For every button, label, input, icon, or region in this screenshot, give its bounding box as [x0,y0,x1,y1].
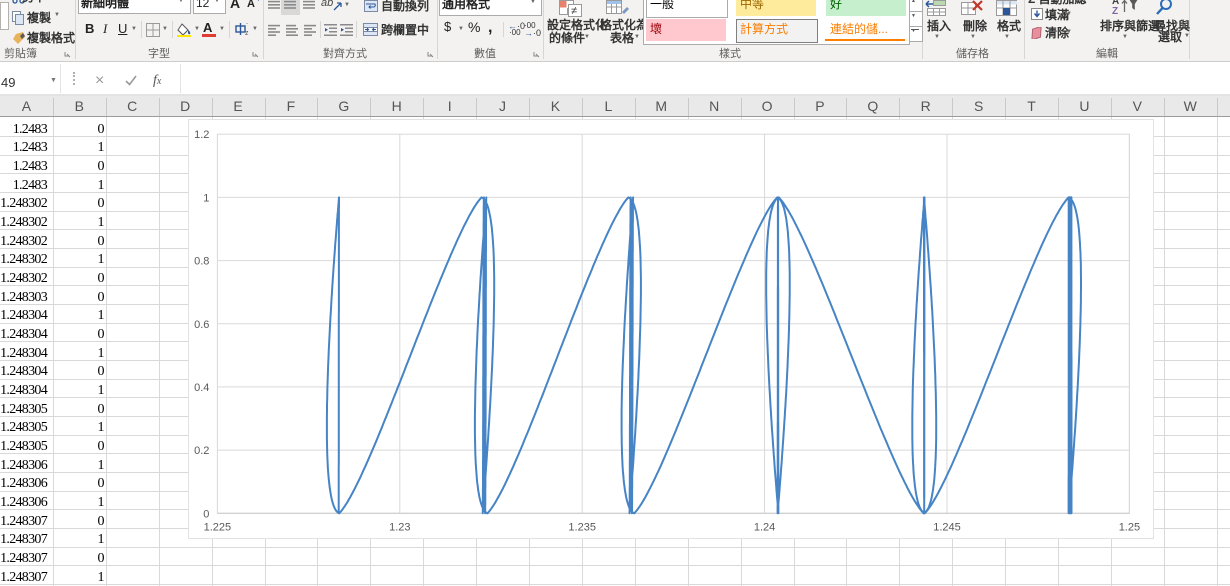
svg-text:1.235: 1.235 [568,521,596,533]
svg-text:0.2: 0.2 [194,445,209,457]
svg-text:1.24: 1.24 [754,521,775,533]
svg-text:1: 1 [203,192,209,204]
svg-text:1.23: 1.23 [389,521,410,533]
svg-text:z: z [245,30,249,37]
svg-text:1.2: 1.2 [194,129,209,141]
svg-text:1.25: 1.25 [1119,521,1140,533]
svg-text:≠: ≠ [571,5,577,17]
svg-text:0.4: 0.4 [194,382,209,394]
svg-text:Z: Z [1112,6,1118,15]
svg-text:0: 0 [203,508,209,520]
svg-text:1.245: 1.245 [933,521,961,533]
svg-text:0.8: 0.8 [194,256,209,268]
svg-text:0.6: 0.6 [194,319,209,331]
svg-text:1.225: 1.225 [204,521,232,533]
